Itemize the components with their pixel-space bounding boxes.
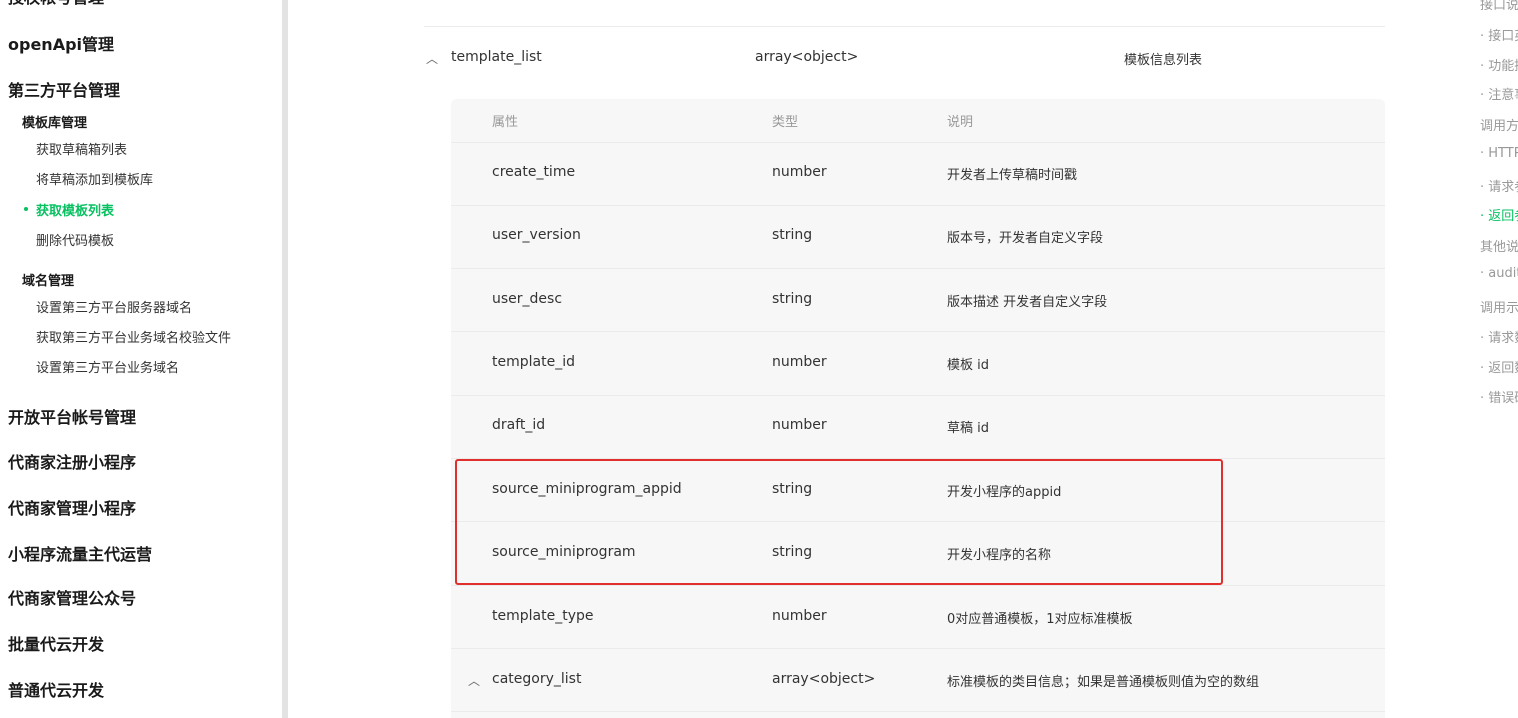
sidebar-item-domain-mgmt[interactable]: 域名管理 xyxy=(22,270,74,289)
row-desc: 版本描述 开发者自定义字段 xyxy=(947,295,1108,310)
divider xyxy=(451,205,1385,206)
row-type: number xyxy=(772,354,827,370)
highlight-box xyxy=(455,459,1223,585)
row-desc: 标准模板的类目信息；如果是普通模板则值为空的数组 xyxy=(947,675,1260,690)
toc-item[interactable]: 调用示 xyxy=(1480,297,1518,316)
row-desc: 开发者上传草稿时间戳 xyxy=(947,168,1078,183)
sidebar-nav: 授权帐号管理 openApi管理 第三方平台管理 模板库管理 获取草稿箱列表 将… xyxy=(0,0,282,718)
toc-item[interactable]: · 接口英 xyxy=(1480,25,1518,44)
row-type: number xyxy=(772,417,827,433)
row-type: number xyxy=(772,164,827,180)
row-desc: 0对应普通模板，1对应标准模板 xyxy=(947,612,1133,627)
divider xyxy=(451,395,1385,396)
sidebar-item-get-drafts[interactable]: 获取草稿箱列表 xyxy=(36,139,127,158)
row-name: user_desc xyxy=(492,291,563,307)
chevron-up-icon[interactable]: ︿ xyxy=(468,672,480,689)
sidebar-item-add-draft[interactable]: 将草稿添加到模板库 xyxy=(36,169,153,188)
header-type: 类型 xyxy=(772,115,799,130)
divider xyxy=(451,268,1385,269)
sidebar-item-register-mp[interactable]: 代商家注册小程序 xyxy=(8,449,136,473)
toc-item[interactable]: · 错误码 xyxy=(1480,387,1518,406)
row-name: template_id xyxy=(492,354,575,370)
row-type: string xyxy=(772,291,813,307)
row-desc: 草稿 id xyxy=(947,421,989,436)
toc-item-active[interactable]: · 返回参 xyxy=(1480,205,1518,224)
toc-item[interactable]: · 请求参 xyxy=(1480,176,1518,195)
divider xyxy=(451,331,1385,332)
sidebar-item-batch-cloud[interactable]: 批量代云开发 xyxy=(8,631,104,655)
row-type: string xyxy=(772,227,813,243)
sidebar-item-manage-mp[interactable]: 代商家管理小程序 xyxy=(8,495,136,519)
row-type: array<object> xyxy=(772,671,876,687)
divider xyxy=(451,648,1385,649)
toc-item[interactable]: · 返回数 xyxy=(1480,357,1518,376)
row-name: create_time xyxy=(492,164,576,180)
toc-item[interactable]: · audit xyxy=(1480,266,1518,281)
sidebar-item-third-party[interactable]: 第三方平台管理 xyxy=(8,77,120,101)
row-desc: 版本号，开发者自定义字段 xyxy=(947,231,1104,246)
param-type: array<object> xyxy=(755,49,859,65)
toc-item[interactable]: · 请求数 xyxy=(1480,327,1518,346)
sidebar-item-openapi[interactable]: openApi管理 xyxy=(8,31,114,55)
sidebar-item-normal-cloud[interactable]: 普通代云开发 xyxy=(8,677,104,701)
sidebar-item-get-template-list[interactable]: 获取模板列表 xyxy=(36,200,114,219)
main-content: ︿ template_list array<object> 模板信息列表 属性 … xyxy=(288,0,1418,718)
row-name: user_version xyxy=(492,227,581,243)
row-name: template_type xyxy=(492,608,594,624)
sidebar-item-get-verify-file[interactable]: 获取第三方平台业务域名校验文件 xyxy=(36,327,231,346)
toc-item[interactable]: 接口说 xyxy=(1480,0,1518,13)
row-desc: 模板 id xyxy=(947,358,989,373)
header-desc: 说明 xyxy=(947,115,974,130)
header-name: 属性 xyxy=(492,115,519,130)
sidebar-item-cut[interactable]: 授权帐号管理 xyxy=(8,0,104,8)
divider xyxy=(451,142,1385,143)
row-type: number xyxy=(772,608,827,624)
param-desc: 模板信息列表 xyxy=(1124,53,1203,68)
active-dot-icon xyxy=(24,207,28,211)
sidebar-item-set-biz-domain[interactable]: 设置第三方平台业务域名 xyxy=(36,357,179,376)
sidebar-item-delete-template[interactable]: 删除代码模板 xyxy=(36,230,114,249)
divider xyxy=(424,26,1385,27)
sidebar-item-manage-oa[interactable]: 代商家管理公众号 xyxy=(8,585,136,609)
divider xyxy=(451,711,1385,712)
sidebar-item-traffic[interactable]: 小程序流量主代运营 xyxy=(8,541,152,565)
row-name: draft_id xyxy=(492,417,546,433)
nested-table: 属性 类型 说明 create_time number 开发者上传草稿时间戳 u… xyxy=(451,99,1385,718)
sidebar-item-set-server-domain[interactable]: 设置第三方平台服务器域名 xyxy=(36,297,192,316)
chevron-up-icon[interactable]: ︿ xyxy=(426,50,438,67)
sidebar-item-template-lib[interactable]: 模板库管理 xyxy=(22,112,87,131)
toc-item[interactable]: · 注意事 xyxy=(1480,84,1518,103)
toc-item[interactable]: 其他说 xyxy=(1480,236,1518,255)
param-name: template_list xyxy=(451,49,542,65)
divider xyxy=(451,585,1385,586)
sidebar-item-open-account[interactable]: 开放平台帐号管理 xyxy=(8,404,136,428)
toc-item[interactable]: 调用方 xyxy=(1480,115,1518,134)
toc-panel: 接口说 · 接口英 · 功能描 · 注意事 调用方 · HTTPS · 请求参 … xyxy=(1470,0,1518,718)
toc-item[interactable]: · HTTPS xyxy=(1480,146,1518,161)
row-name: category_list xyxy=(492,671,582,687)
toc-item[interactable]: · 功能描 xyxy=(1480,55,1518,74)
